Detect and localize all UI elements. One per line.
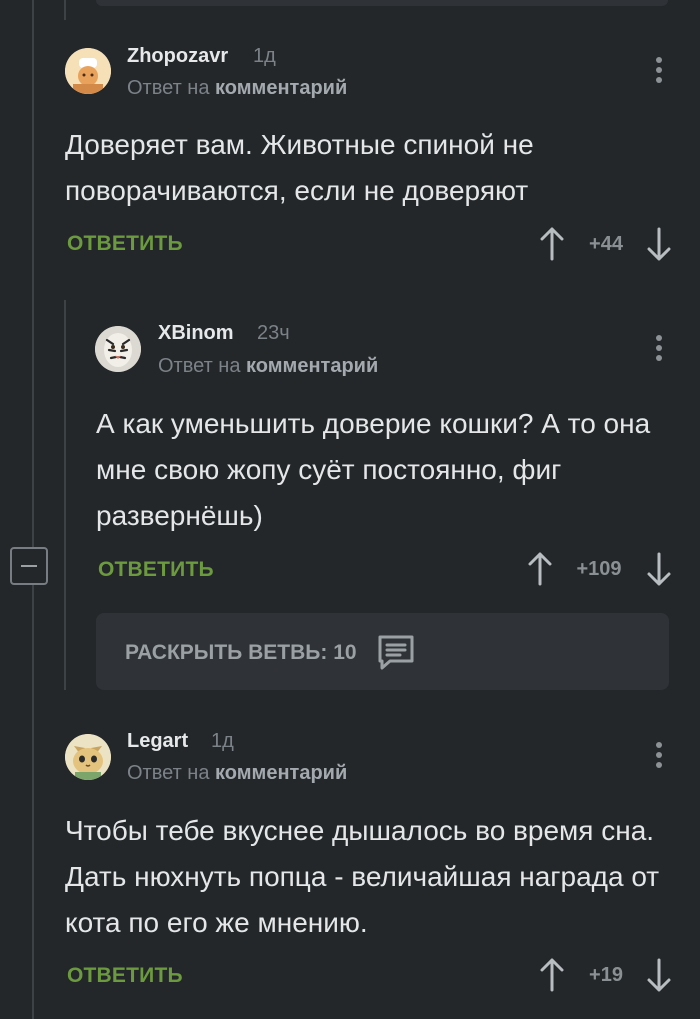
reply-to-link[interactable]: комментарий bbox=[246, 355, 378, 377]
upvote-arrow-icon[interactable] bbox=[526, 551, 554, 587]
comment-text: Доверяет вам. Животные спиной не поворач… bbox=[65, 129, 534, 206]
upvote-arrow-icon[interactable] bbox=[538, 226, 566, 262]
reply-to-prefix: Ответ на bbox=[127, 762, 210, 784]
reply-to-line: Ответ на комментарий bbox=[127, 762, 347, 785]
thread-line-outer-lower bbox=[32, 585, 34, 1019]
comment-text: А как уменьшить доверие кошки? А то она … bbox=[96, 408, 651, 531]
more-options-icon[interactable] bbox=[647, 328, 671, 368]
comment-text: Чтобы тебе вкуснее дышалось во время сна… bbox=[65, 815, 660, 938]
comment-time: 1д bbox=[253, 45, 276, 67]
tiger-avatar-icon[interactable] bbox=[95, 326, 141, 372]
minus-icon bbox=[21, 565, 37, 567]
collapse-thread-button[interactable] bbox=[10, 547, 48, 585]
expand-branch-button[interactable]: РАСКРЫТЬ ВЕТВЬ: 10 bbox=[96, 613, 669, 690]
comment-score: +109 bbox=[576, 558, 622, 580]
cook-avatar-icon[interactable] bbox=[65, 48, 111, 94]
previous-comment-card bbox=[96, 0, 668, 6]
reply-button[interactable]: ОТВЕТИТЬ bbox=[67, 964, 183, 988]
comment-time: 23ч bbox=[257, 322, 290, 344]
reply-button[interactable]: ОТВЕТИТЬ bbox=[98, 558, 214, 582]
expand-branch-label: РАСКРЫТЬ ВЕТВЬ: 10 bbox=[125, 641, 357, 664]
comment-time: 1д bbox=[211, 730, 234, 752]
reply-to-line: Ответ на комментарий bbox=[127, 77, 347, 100]
downvote-arrow-icon[interactable] bbox=[645, 957, 673, 993]
username[interactable]: XBinom bbox=[158, 322, 234, 345]
downvote-arrow-icon[interactable] bbox=[645, 551, 673, 587]
comments-icon bbox=[378, 635, 414, 670]
reply-to-prefix: Ответ на bbox=[158, 355, 241, 377]
more-options-icon[interactable] bbox=[647, 735, 671, 775]
comment-score: +19 bbox=[589, 964, 623, 986]
upvote-arrow-icon[interactable] bbox=[538, 957, 566, 993]
cat-avatar-icon[interactable] bbox=[65, 734, 111, 780]
reply-to-prefix: Ответ на bbox=[127, 77, 210, 99]
reply-to-line: Ответ на комментарий bbox=[158, 355, 378, 378]
username[interactable]: Zhopozavr bbox=[127, 45, 228, 68]
thread-line-top bbox=[64, 0, 66, 20]
downvote-arrow-icon[interactable] bbox=[645, 226, 673, 262]
thread-line-nested bbox=[64, 300, 66, 690]
reply-button[interactable]: ОТВЕТИТЬ bbox=[67, 232, 183, 256]
comment-score: +44 bbox=[589, 233, 623, 255]
reply-to-link[interactable]: комментарий bbox=[215, 77, 347, 99]
username[interactable]: Legart bbox=[127, 730, 188, 753]
reply-to-link[interactable]: комментарий bbox=[215, 762, 347, 784]
more-options-icon[interactable] bbox=[647, 50, 671, 90]
thread-line-outer bbox=[32, 0, 34, 547]
